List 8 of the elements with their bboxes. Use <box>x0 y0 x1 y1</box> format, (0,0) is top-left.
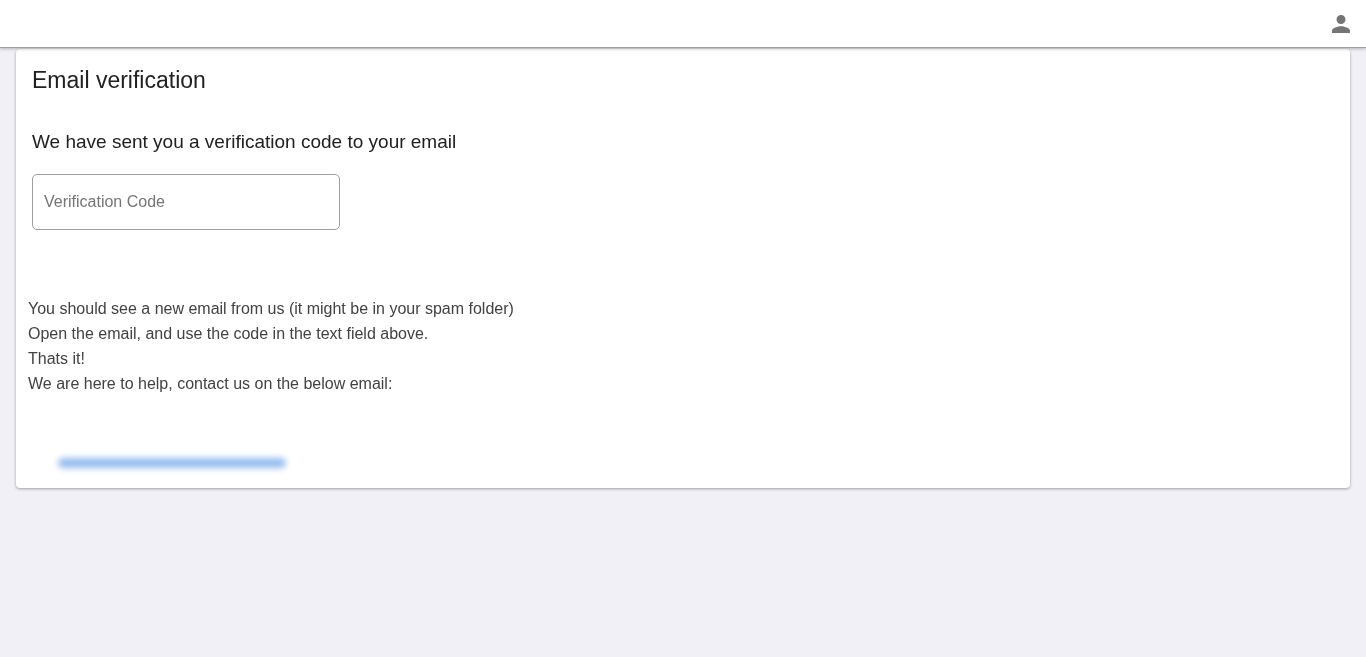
instruction-line: We are here to help, contact us on the below email: <box>28 374 393 394</box>
account-icon[interactable] <box>1332 14 1350 33</box>
instruction-line: Thats it! <box>28 349 85 369</box>
instruction-line: You should see a new email from us (it might be in your spam folder) <box>28 299 514 319</box>
instruction-line: Open the email, and use the code in the text field above. <box>28 324 429 344</box>
verification-code-field[interactable]: Verification Code <box>32 174 340 230</box>
card-subtitle: We have sent you a verification code to your email <box>32 130 457 154</box>
card-title: Email verification <box>32 66 206 95</box>
